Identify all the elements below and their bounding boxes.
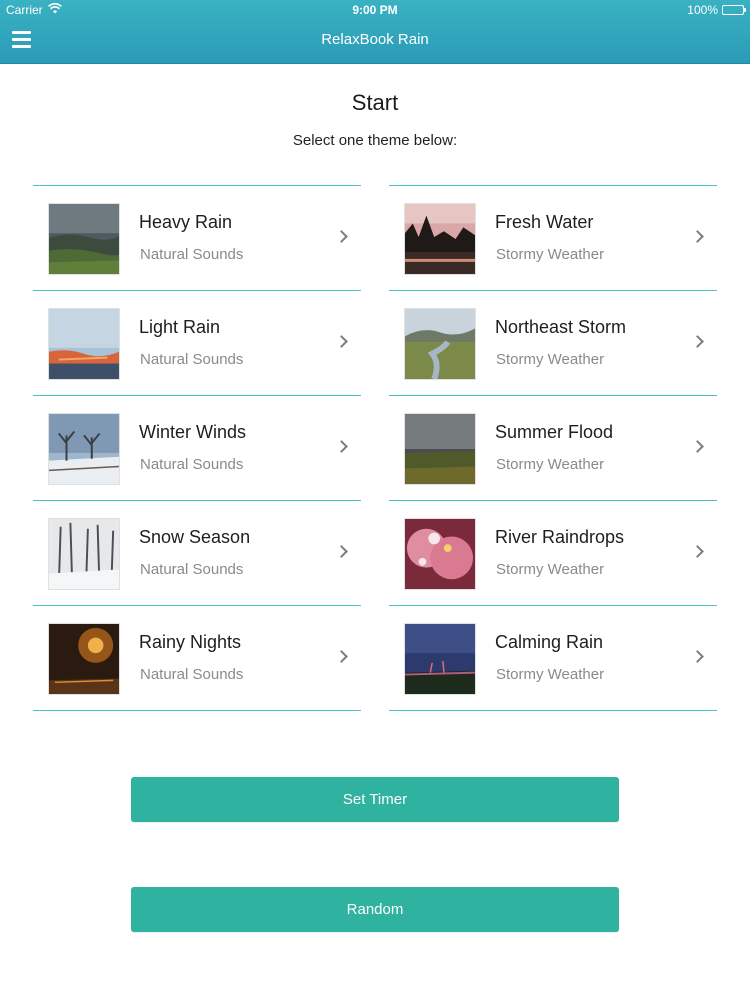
battery-percent: 100% [687, 3, 718, 17]
theme-category: Natural Sounds [140, 351, 244, 368]
snow-season-thumbnail [48, 518, 120, 590]
theme-item-calming-rain[interactable]: Calming Rain Stormy Weather [389, 606, 717, 711]
theme-item-fresh-water[interactable]: Fresh Water Stormy Weather [389, 186, 717, 291]
chevron-right-icon [691, 650, 704, 663]
chevron-right-icon [691, 545, 704, 558]
theme-item-heavy-rain[interactable]: Heavy Rain Natural Sounds [33, 186, 361, 291]
theme-category: Stormy Weather [496, 351, 605, 368]
set-timer-button[interactable]: Set Timer [131, 777, 619, 822]
theme-title: River Raindrops [495, 527, 625, 547]
battery-icon [722, 5, 746, 15]
heavy-rain-thumbnail [48, 203, 120, 275]
northeast-storm-thumbnail [404, 308, 476, 380]
winter-winds-thumbnail [48, 413, 120, 485]
river-raindrops-thumbnail [404, 518, 476, 590]
random-button[interactable]: Random [131, 887, 619, 932]
theme-category: Stormy Weather [496, 246, 605, 263]
theme-category: Natural Sounds [140, 246, 244, 263]
chevron-right-icon [335, 545, 348, 558]
rainy-nights-thumbnail [48, 623, 120, 695]
theme-category: Stormy Weather [496, 456, 605, 473]
theme-category: Stormy Weather [496, 666, 605, 683]
theme-category: Natural Sounds [140, 456, 244, 473]
theme-title: Calming Rain [495, 632, 604, 652]
theme-title: Light Rain [139, 317, 221, 337]
theme-title: Snow Season [139, 527, 251, 547]
chevron-right-icon [335, 335, 348, 348]
theme-title: Heavy Rain [139, 212, 233, 232]
top-bar: Carrier 9:00 PM 100% RelaxBook Rain [0, 0, 750, 64]
theme-title: Fresh Water [495, 212, 594, 232]
theme-item-snow-season[interactable]: Snow Season Natural Sounds [33, 501, 361, 606]
chevron-right-icon [335, 440, 348, 453]
theme-list-natural-sounds: Heavy Rain Natural Sounds Light Rain Nat… [33, 185, 361, 711]
page-title: Start [351, 90, 399, 115]
summer-flood-thumbnail [404, 413, 476, 485]
theme-category: Stormy Weather [496, 561, 605, 578]
chevron-right-icon [691, 230, 704, 243]
chevron-right-icon [691, 440, 704, 453]
theme-category: Natural Sounds [140, 666, 244, 683]
calming-rain-thumbnail [404, 623, 476, 695]
theme-title: Summer Flood [495, 422, 614, 442]
status-time: 9:00 PM [352, 3, 398, 17]
theme-title: Northeast Storm [495, 317, 627, 337]
theme-title: Winter Winds [139, 422, 247, 442]
chevron-right-icon [335, 650, 348, 663]
theme-list-stormy-weather: Fresh Water Stormy Weather Northeast Sto… [389, 185, 717, 711]
chevron-right-icon [335, 230, 348, 243]
theme-category: Natural Sounds [140, 561, 244, 578]
status-battery-group: 100% [687, 3, 746, 17]
navigation-bar: RelaxBook Rain [0, 20, 750, 64]
status-bar: Carrier 9:00 PM 100% [0, 0, 750, 20]
theme-title: Rainy Nights [139, 632, 242, 652]
theme-item-winter-winds[interactable]: Winter Winds Natural Sounds [33, 396, 361, 501]
theme-item-light-rain[interactable]: Light Rain Natural Sounds [33, 291, 361, 396]
theme-item-northeast-storm[interactable]: Northeast Storm Stormy Weather [389, 291, 717, 396]
theme-item-river-raindrops[interactable]: River Raindrops Stormy Weather [389, 501, 717, 606]
theme-item-summer-flood[interactable]: Summer Flood Stormy Weather [389, 396, 717, 501]
fresh-water-thumbnail [404, 203, 476, 275]
chevron-right-icon [691, 335, 704, 348]
theme-item-rainy-nights[interactable]: Rainy Nights Natural Sounds [33, 606, 361, 711]
page-subtitle: Select one theme below: [292, 132, 458, 149]
light-rain-thumbnail [48, 308, 120, 380]
app-title: RelaxBook Rain [321, 31, 429, 48]
